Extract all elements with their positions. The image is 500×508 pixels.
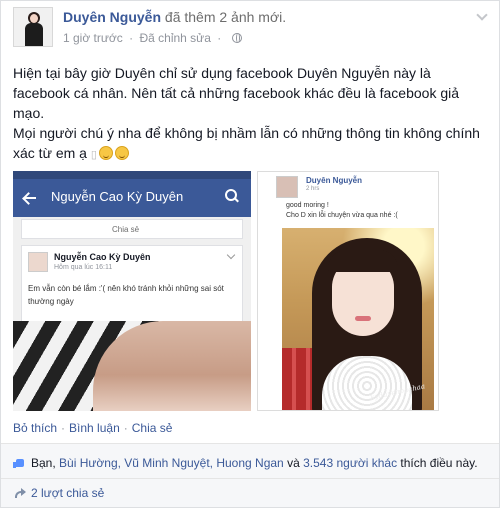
photo-1[interactable]: Nguyễn Cao Kỳ Duyên Chia sẻ Nguyễn Cao K…: [13, 171, 251, 411]
globe-icon[interactable]: [231, 33, 242, 43]
post-paragraph-1: Hiện tại bây giờ Duyên chỉ sử dụng faceb…: [13, 65, 460, 121]
smile-emoji-icon: [98, 146, 113, 160]
back-arrow-icon: [23, 191, 37, 205]
share-link[interactable]: Chia sẻ: [132, 421, 173, 435]
edited-link[interactable]: Đã chỉnh sửa: [139, 31, 210, 45]
share-icon: [13, 487, 26, 498]
chevron-down-icon[interactable]: [477, 11, 487, 21]
feed-story: Duyên Nguyễn đã thêm 2 ảnh mới. 1 giờ tr…: [0, 0, 500, 508]
photo-2[interactable]: Duyên Nguyễn 2 hrs good moring ! Cho D x…: [257, 171, 439, 411]
post-message: Hiện tại bây giờ Duyên chỉ sử dụng faceb…: [13, 63, 483, 165]
inner-timestamp: 2 hrs: [306, 186, 320, 192]
comment-link[interactable]: Bình luận: [69, 421, 120, 435]
inner-timestamp: Hôm qua lúc 16:11: [54, 264, 113, 271]
inner-avatar: [276, 176, 298, 198]
story-header: Duyên Nguyễn đã thêm 2 ảnh mới. 1 giờ tr…: [13, 7, 487, 55]
author-link[interactable]: Duyên Nguyễn: [63, 9, 161, 25]
story-meta: 1 giờ trước · Đã chỉnh sửa ·: [63, 31, 242, 45]
inner-text: Em vẫn còn bé lắm :'( nên khó tránh khỏi…: [28, 284, 224, 306]
others-link[interactable]: 3.543 người khác: [303, 456, 397, 470]
inner-text-line: good moring !: [286, 202, 329, 209]
shares-link[interactable]: 2 lượt chia sẻ: [31, 486, 104, 500]
post-paragraph-2: Mọi người chú ý nha để không bị nhầm lẫn…: [13, 125, 480, 161]
fb-bar-title: Nguyễn Cao Kỳ Duyên: [51, 189, 184, 204]
chevron-down-icon: [226, 250, 236, 260]
inner-text-line: Cho D xin lỗi chuyện vừa qua nhé :(: [286, 212, 398, 219]
inner-share-row: Chia sẻ: [21, 219, 243, 239]
fb-app-bar: Nguyễn Cao Kỳ Duyên: [13, 171, 251, 217]
smile-emoji-icon: [114, 146, 129, 160]
avatar[interactable]: [13, 7, 53, 47]
like-icon: [13, 457, 25, 469]
search-icon: [225, 189, 239, 203]
selfie-image: kyduyenbaahaa: [282, 228, 434, 410]
likes-summary: Bạn, Bùi Hường, Vũ Minh Nguyệt, Huong Ng…: [1, 443, 499, 479]
poster-line: Duyên Nguyễn đã thêm 2 ảnh mới.: [63, 9, 286, 25]
inner-avatar: [28, 252, 48, 272]
inner-author: Duyên Nguyễn: [306, 176, 363, 185]
timestamp-link[interactable]: 1 giờ trước: [63, 31, 123, 45]
likes-text: Bạn, Bùi Hường, Vũ Minh Nguyệt, Huong Ng…: [31, 456, 478, 470]
action-links: Bỏ thích · Bình luận · Chia sẻ: [13, 421, 173, 435]
inner-author: Nguyễn Cao Kỳ Duyên: [54, 252, 151, 262]
unlike-link[interactable]: Bỏ thích: [13, 421, 57, 435]
shares-summary: 2 lượt chia sẻ: [1, 479, 499, 507]
unknown-glyph: ▯: [90, 149, 97, 161]
likers-link[interactable]: Bùi Hường, Vũ Minh Nguyệt, Huong Ngan: [59, 456, 284, 470]
inner-post-card: Nguyễn Cao Kỳ Duyên Hôm qua lúc 16:11 Em…: [21, 245, 243, 327]
story-action: đã thêm 2 ảnh mới.: [164, 9, 287, 25]
